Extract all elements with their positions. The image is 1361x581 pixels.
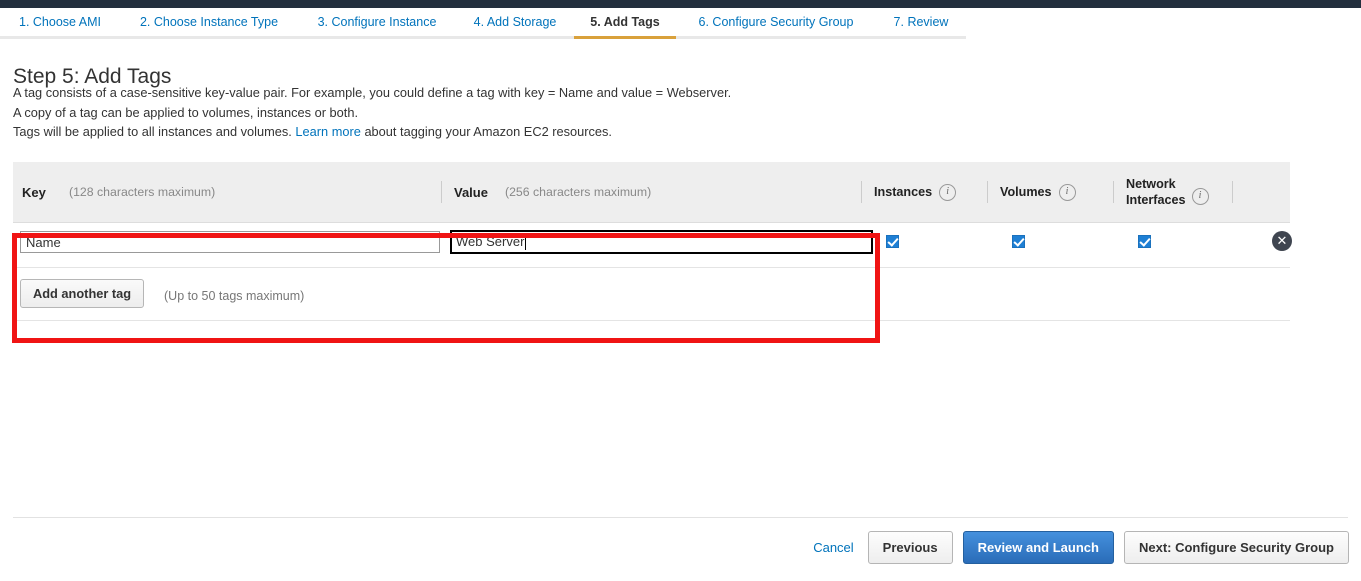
header-value-hint-label: (256 characters maximum) (505, 185, 652, 199)
checkbox-instances[interactable] (886, 235, 899, 248)
wizard-tab-underline (456, 36, 574, 39)
tag-row: Web Server ✕ (13, 223, 1292, 268)
next-configure-security-group-button[interactable]: Next: Configure Security Group (1123, 531, 1349, 564)
tag-key-input[interactable] (20, 231, 440, 253)
text-caret (525, 234, 527, 250)
add-tag-row: Add another tag (Up to 50 tags maximum) (13, 268, 1290, 321)
wizard-tab-underline (0, 36, 120, 39)
description-line-3-prefix: Tags will be applied to all instances an… (13, 124, 292, 139)
footer-actions: Cancel Previous Review and Launch Next: … (813, 531, 1349, 564)
header-key-hint-label: (128 characters maximum) (69, 185, 216, 199)
header-volumes-label: Volumes (1000, 185, 1052, 199)
wizard-tab-underline (120, 36, 298, 39)
wizard-tab-label: 2. Choose Instance Type (139, 15, 279, 29)
wizard-tab-choose-ami[interactable]: 1. Choose AMI (0, 8, 120, 39)
review-and-launch-button[interactable]: Review and Launch (962, 531, 1114, 564)
header-network-label-line1: Network (1126, 177, 1176, 191)
wizard-tab-label: 6. Configure Security Group (698, 15, 854, 29)
tag-value-text: Web Server (456, 234, 525, 249)
wizard-step-tabs: 1. Choose AMI 2. Choose Instance Type 3.… (0, 8, 1361, 40)
header-instances: Instances i (862, 162, 987, 222)
wizard-tab-configure-instance[interactable]: 3. Configure Instance (298, 8, 456, 39)
description-line-3-suffix: about tagging your Amazon EC2 resources. (364, 124, 612, 139)
description-line-1: A tag consists of a case-sensitive key-v… (13, 85, 732, 100)
header-key: Key (13, 162, 69, 222)
header-value-hint: (256 characters maximum) (505, 162, 861, 222)
cancel-link[interactable]: Cancel (813, 540, 853, 555)
header-instances-label: Instances (874, 185, 933, 199)
header-network-interfaces: Network Interfaces i (1114, 162, 1232, 222)
header-network-label-line2: Interfaces (1126, 193, 1186, 207)
wizard-tab-choose-instance-type[interactable]: 2. Choose Instance Type (120, 8, 298, 39)
wizard-tab-label: 3. Configure Instance (317, 15, 437, 29)
header-value: Value (442, 162, 505, 222)
info-icon[interactable]: i (1191, 187, 1209, 205)
footer-divider (13, 517, 1348, 518)
wizard-tab-underline (298, 36, 456, 39)
wizard-tab-label: 7. Review (893, 15, 949, 29)
header-value-label: Value (454, 184, 488, 200)
wizard-tab-review[interactable]: 7. Review (876, 8, 966, 39)
description-line-3: Tags will be applied to all instances an… (13, 122, 1113, 142)
wizard-tab-add-storage[interactable]: 4. Add Storage (456, 8, 574, 39)
header-divider-actions (1232, 181, 1233, 203)
wizard-tab-underline (676, 36, 876, 39)
checkbox-network-interfaces[interactable] (1138, 235, 1151, 248)
header-volumes: Volumes i (988, 162, 1113, 222)
page-description: A tag consists of a case-sensitive key-v… (13, 83, 1113, 142)
add-tag-hint: (Up to 50 tags maximum) (164, 289, 305, 303)
info-icon[interactable]: i (1058, 183, 1076, 201)
wizard-tab-label: 4. Add Storage (473, 15, 557, 29)
tags-table-header: Key (128 characters maximum) Value (256 … (13, 162, 1290, 223)
wizard-tab-label: 1. Choose AMI (19, 15, 101, 29)
tags-table: Key (128 characters maximum) Value (256 … (13, 162, 1292, 321)
tag-value-input[interactable]: Web Server (450, 230, 873, 254)
info-icon[interactable]: i (939, 183, 957, 201)
header-key-hint: (128 characters maximum) (69, 162, 441, 222)
previous-button[interactable]: Previous (867, 531, 953, 564)
description-line-2: A copy of a tag can be applied to volume… (13, 104, 359, 120)
header-key-label: Key (22, 184, 46, 200)
top-navigation-bar (0, 0, 1361, 8)
learn-more-link[interactable]: Learn more (295, 124, 360, 139)
wizard-tab-configure-security-group[interactable]: 6. Configure Security Group (676, 8, 876, 39)
remove-tag-icon[interactable]: ✕ (1272, 231, 1292, 251)
wizard-tab-underline (876, 36, 966, 39)
wizard-tab-add-tags[interactable]: 5. Add Tags (574, 8, 676, 39)
checkbox-volumes[interactable] (1012, 235, 1025, 248)
wizard-tab-label: 5. Add Tags (590, 15, 660, 29)
add-another-tag-button[interactable]: Add another tag (20, 279, 145, 308)
wizard-tab-underline-active (574, 36, 676, 39)
